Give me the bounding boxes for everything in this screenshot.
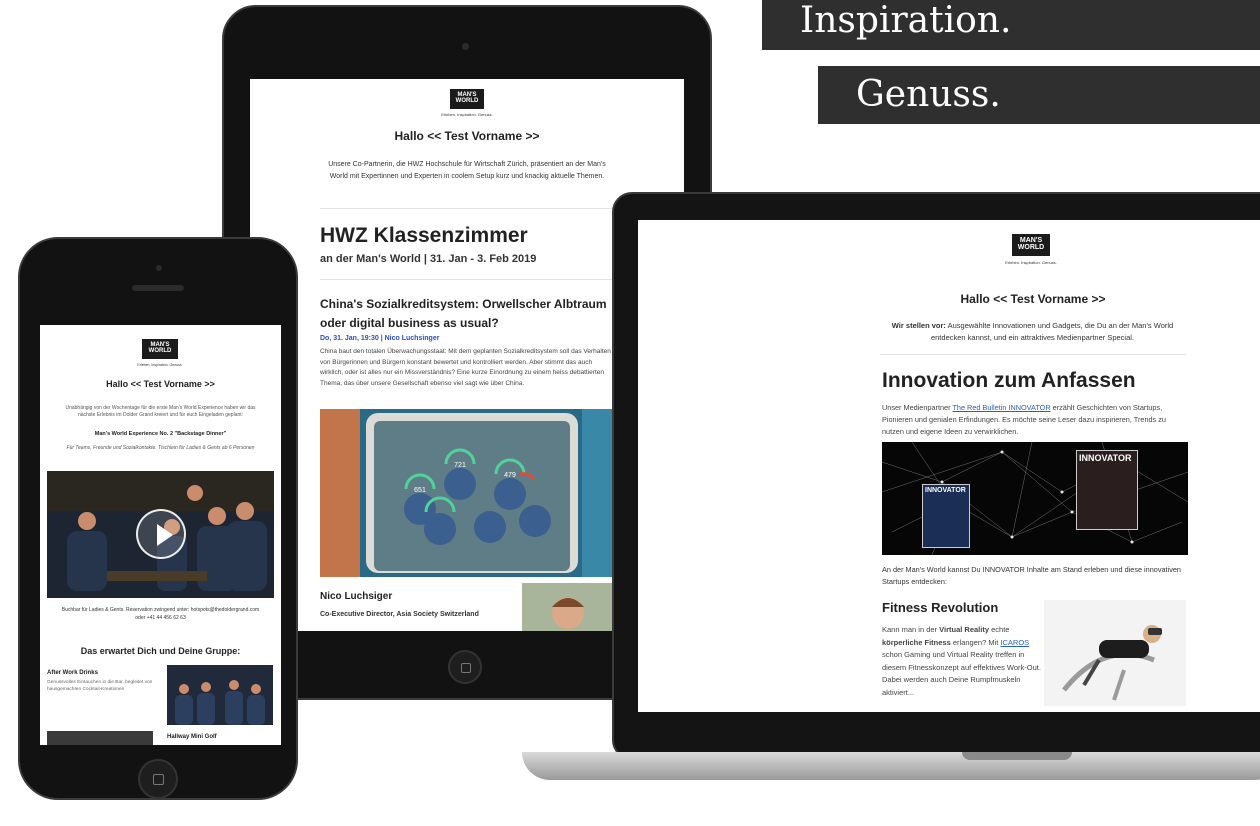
phone-video[interactable] [47,471,274,598]
phone-booking-text: Buchbar für Ladies & Gents. Reservation … [61,607,260,621]
laptop-intro-body: Ausgewählte Innovationen und Gadgets, di… [930,321,1174,342]
tablet-home-button[interactable] [448,650,482,684]
laptop-fitness-paragraph: Kann man in der Virtual Reality echte kö… [882,624,1042,699]
phone-logo: MAN'S WORLD [142,339,178,359]
phone-item-title: After Work Drinks [47,670,98,676]
text-fragment: Kann man in der [882,625,938,634]
inspiration-banner-text: Inspiration. [800,0,1012,41]
tablet-speaker-photo [522,583,616,631]
laptop-intro-label: Wir stellen vor: [891,321,946,330]
tablet-article-title[interactable]: China's Sozialkreditsystem: Orwellscher … [320,295,610,333]
tablet-headline: HWZ Klassenzimmer [320,224,528,247]
laptop-screen[interactable]: MAN'S WORLD Erleben. Inspiration. Genuss… [638,220,1260,712]
tablet-article-meta: Do, 31. Jan, 19:30 | Nico Luchsinger [320,335,440,342]
play-icon[interactable] [136,509,186,559]
innovator-link[interactable]: The Red Bulletin INNOVATOR [952,403,1050,412]
score-label: 479 [504,472,516,479]
text-fragment: echte [991,625,1010,634]
tablet-headline-subtitle: an der Man's World | 31. Jan - 3. Feb 20… [320,253,537,265]
phone-event-subtitle: Für Teams, Freunde und Sozialkontakte. T… [66,445,255,451]
phone-screen[interactable]: MAN'S WORLD Erleben. Inspiration. Genuss… [40,325,281,745]
text-fragment: körperliche Fitness [882,637,951,647]
innovator-magazine-cover: INNOVATOR [922,484,970,548]
phone-event-title: Man's World Experience No. 2 "Backstage … [94,431,227,437]
laptop-logo: MAN'S WORLD [1012,234,1050,256]
phone-item-title: Hallway Mini Golf [167,734,217,740]
home-icon [153,774,164,785]
tablet-divider [320,279,620,280]
phone-camera-icon [156,265,162,271]
phone-greeting: Hallo << Test Vorname >> [106,379,215,389]
tablet-logo: MAN'S WORLD [450,89,484,109]
laptop-divider [880,354,1186,355]
text-fragment: erlangen? Mit [952,637,999,647]
tablet-greeting: Hallo << Test Vorname >> [394,129,540,143]
phone-item-image [167,665,273,725]
tablet-divider [320,208,620,209]
inspiration-banner: Inspiration. [762,0,1260,50]
tablet-speaker-role: Co-Executive Director, Asia Society Swit… [320,611,479,618]
icaros-link[interactable]: ICAROS [1000,638,1029,647]
phone-device: MAN'S WORLD Erleben. Inspiration. Genuss… [18,237,298,800]
laptop-paragraph: An der Man's World kannst Du INNOVATOR I… [882,565,1181,586]
tablet-tagline: Erleben. Inspiration. Genuss. [441,112,493,117]
laptop-greeting: Hallo << Test Vorname >> [960,292,1106,306]
laptop-paragraph-prefix: Unser Medienpartner [882,403,951,412]
laptop-headline: Innovation zum Anfassen [882,369,1136,392]
laptop-base [522,752,1260,780]
genuss-banner: Genuss. [818,66,1260,124]
genuss-banner-text: Genuss. [856,74,1001,115]
phone-item-body: Genussvolles Eintauchen in die Bar, begl… [47,680,153,692]
laptop-subheading: Fitness Revolution [882,600,999,615]
innovator-magazine-label: INNOVATOR [1079,453,1132,463]
tablet-camera-icon [462,43,469,50]
tablet-intro-text: Unsere Co-Partnerin, die HWZ Hochschule … [328,161,606,180]
phone-home-button[interactable] [138,759,178,799]
laptop-innovator-image[interactable]: INNOVATOR INNOVATOR [882,442,1188,555]
laptop-fitness-image [1044,600,1186,706]
score-label: 651 [414,487,426,494]
home-icon [461,663,471,673]
phone-intro-text: Unabhängig von der Wochentage für die er… [65,405,256,418]
text-fragment: schon Gaming und Virtual Reality treffen… [882,650,1041,697]
phone-section-title: Das erwartet Dich und Deine Gruppe: [80,646,241,656]
score-label: 721 [454,462,466,469]
phone-tagline: Erleben. Inspiration. Genuss. [137,363,183,367]
laptop-notch [962,752,1072,760]
laptop-tagline: Erleben. Inspiration. Genuss. [1005,260,1057,265]
phone-speaker [132,285,184,291]
text-fragment: Virtual Reality [939,625,990,634]
laptop-paragraph: Unser Medienpartner The Red Bulletin INN… [882,402,1188,438]
laptop-intro-text: Wir stellen vor: Ausgewählte Innovatione… [880,320,1185,344]
laptop-device: MAN'S WORLD Erleben. Inspiration. Genuss… [612,192,1260,760]
tablet-article-image[interactable]: 721 651 479 [320,409,620,577]
phone-item-image [47,731,153,745]
tablet-article-body: China baut den totalen Überwachungsstaat… [320,348,611,387]
innovator-magazine-label: INNOVATOR [925,487,966,494]
innovator-magazine-cover: INNOVATOR [1076,450,1138,530]
tablet-speaker-name: Nico Luchsiger [320,591,393,602]
